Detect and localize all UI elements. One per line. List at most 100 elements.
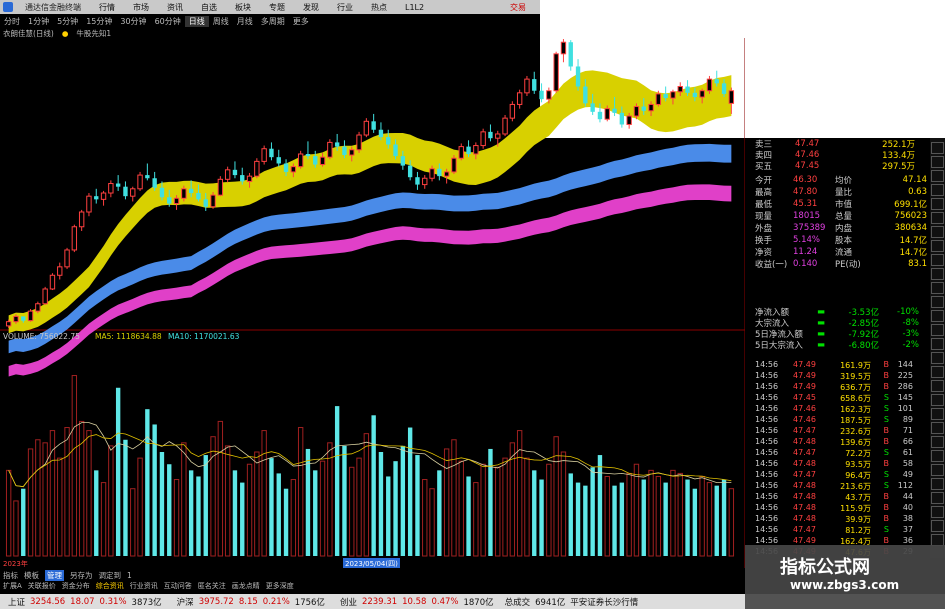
stat-row: 收益(一) 0.140 PE(动) 83.1	[755, 258, 935, 270]
tick-time: 14:56	[755, 470, 779, 479]
stat-label: 均价	[835, 175, 853, 186]
toolbar-button-icon[interactable]	[931, 352, 944, 364]
info-tab-0[interactable]: 扩展A	[3, 581, 22, 591]
volume-bar	[254, 451, 260, 557]
toolbar-button-icon[interactable]	[931, 394, 944, 406]
period-1[interactable]: 1分钟	[24, 16, 53, 27]
toolbar-button-icon[interactable]	[931, 268, 944, 280]
stat-label: 换手	[755, 235, 773, 246]
info-tab-6[interactable]: 匿名关注	[198, 581, 226, 591]
menu-item-quotes[interactable]: 行情	[90, 2, 124, 13]
menu-item-news[interactable]: 资讯	[158, 2, 192, 13]
toolbar-button-icon[interactable]	[931, 198, 944, 210]
stat-label: 股本	[835, 235, 853, 246]
info-tab-1[interactable]: 关联报价	[28, 581, 56, 591]
stat-value: 18015	[793, 210, 821, 221]
info-tab-3[interactable]: 综合资讯	[96, 581, 124, 591]
menu-item-sector[interactable]: 板块	[226, 2, 260, 13]
indicator-tab-5[interactable]: 1	[127, 571, 132, 580]
info-tab-8[interactable]: 更多深度	[266, 581, 294, 591]
tick-time: 14:56	[755, 393, 779, 402]
toolbar-button-icon[interactable]	[931, 212, 944, 224]
period-10[interactable]: 更多	[289, 16, 313, 27]
toolbar-button-icon[interactable]	[931, 366, 944, 378]
period-7[interactable]: 周线	[209, 16, 233, 27]
toolbar-button-icon[interactable]	[931, 506, 944, 518]
toolbar-button-icon[interactable]	[931, 282, 944, 294]
candle	[524, 75, 530, 96]
tick-time: 14:56	[755, 503, 779, 512]
period-0[interactable]: 分时	[0, 16, 24, 27]
toolbar-button-icon[interactable]	[931, 324, 944, 336]
toolbar-button-icon[interactable]	[931, 296, 944, 308]
indicator-tab-2[interactable]: 管理	[45, 570, 64, 581]
toolbar-button-icon[interactable]	[931, 450, 944, 462]
stat-value: 47.14	[902, 174, 927, 185]
volume-bar	[619, 482, 625, 556]
toolbar-button-icon[interactable]	[931, 254, 944, 266]
indicator-tab-0[interactable]: 指标	[3, 570, 18, 581]
period-4[interactable]: 30分钟	[116, 16, 150, 27]
menu-item-discover[interactable]: 发现	[294, 2, 328, 13]
stat-value: 0.140	[793, 258, 818, 269]
volume-bar	[159, 452, 165, 556]
volume-bar	[196, 476, 201, 556]
period-9[interactable]: 多周期	[257, 16, 289, 27]
period-8[interactable]: 月线	[233, 16, 257, 27]
volume-bar	[167, 464, 172, 556]
stat-value: 47.80	[793, 186, 818, 197]
toolbar-button-icon[interactable]	[931, 380, 944, 392]
toolbar-button-icon[interactable]	[931, 464, 944, 476]
menu-item-hot[interactable]: 热点	[362, 2, 396, 13]
toolbar-button-icon[interactable]	[931, 478, 944, 490]
trade-button[interactable]: 交易	[501, 2, 540, 13]
info-tab-5[interactable]: 互动问答	[164, 581, 192, 591]
indicator-tab-4[interactable]: 调定到	[99, 570, 122, 581]
info-tab-4[interactable]: 行业资讯	[130, 581, 158, 591]
toolbar-button-icon[interactable]	[931, 184, 944, 196]
tick-volume: 115.9万	[840, 504, 871, 513]
tick-row: 14:56 47.48 139.6万 B 66	[755, 437, 940, 448]
candle	[356, 131, 362, 153]
toolbar-button-icon[interactable]	[931, 422, 944, 434]
toolbar-button-icon[interactable]	[931, 240, 944, 252]
menu-item-watchlist[interactable]: 自选	[192, 2, 226, 13]
chart-area[interactable]: 50.0047.5045.0042.5040.0037.5035.0032.50…	[0, 38, 745, 598]
stat-label: 外盘	[755, 223, 773, 234]
toolbar-button-icon[interactable]	[931, 310, 944, 322]
indicator-tab-3[interactable]: 另存为	[70, 570, 93, 581]
toolbar-button-icon[interactable]	[931, 338, 944, 350]
index-change: 10.58	[402, 596, 427, 607]
toolbar-button-icon[interactable]	[931, 142, 944, 154]
volume-bar	[597, 455, 603, 556]
candle	[261, 145, 267, 165]
menu-item-l1l2[interactable]: L1L2	[396, 3, 433, 12]
toolbar-button-icon[interactable]	[931, 170, 944, 182]
period-2[interactable]: 5分钟	[53, 16, 82, 27]
stat-value: 14.7亿	[899, 247, 927, 258]
app-logo-icon	[3, 2, 13, 12]
menu-item-topic[interactable]: 专题	[260, 2, 294, 13]
stat-label: 流通	[835, 247, 853, 258]
menu-item-market[interactable]: 市场	[124, 2, 158, 13]
ma-band-blue	[8, 143, 732, 354]
info-tab-7[interactable]: 画龙点睛	[232, 581, 260, 591]
toolbar-button-icon[interactable]	[931, 408, 944, 420]
toolbar-button-icon[interactable]	[931, 520, 944, 532]
toolbar-button-icon[interactable]	[931, 226, 944, 238]
toolbar-button-icon[interactable]	[931, 492, 944, 504]
menu-item-industry[interactable]: 行业	[328, 2, 362, 13]
index-amount: 3873亿	[131, 597, 162, 608]
stat-value: 756023	[894, 210, 927, 221]
stat-row: 最高 47.80 量比 0.63	[755, 186, 935, 198]
tick-time: 14:56	[755, 371, 779, 380]
toolbar-button-icon[interactable]	[931, 436, 944, 448]
toolbar-button-icon[interactable]	[931, 156, 944, 168]
volume-bar	[466, 476, 471, 556]
info-tab-2[interactable]: 资金分布	[62, 581, 90, 591]
period-3[interactable]: 15分钟	[82, 16, 116, 27]
indicator-tab-1[interactable]: 模板	[24, 570, 39, 581]
period-6[interactable]: 日线	[184, 16, 209, 27]
period-5[interactable]: 60分钟	[151, 16, 185, 27]
tick-side: B	[883, 426, 890, 435]
